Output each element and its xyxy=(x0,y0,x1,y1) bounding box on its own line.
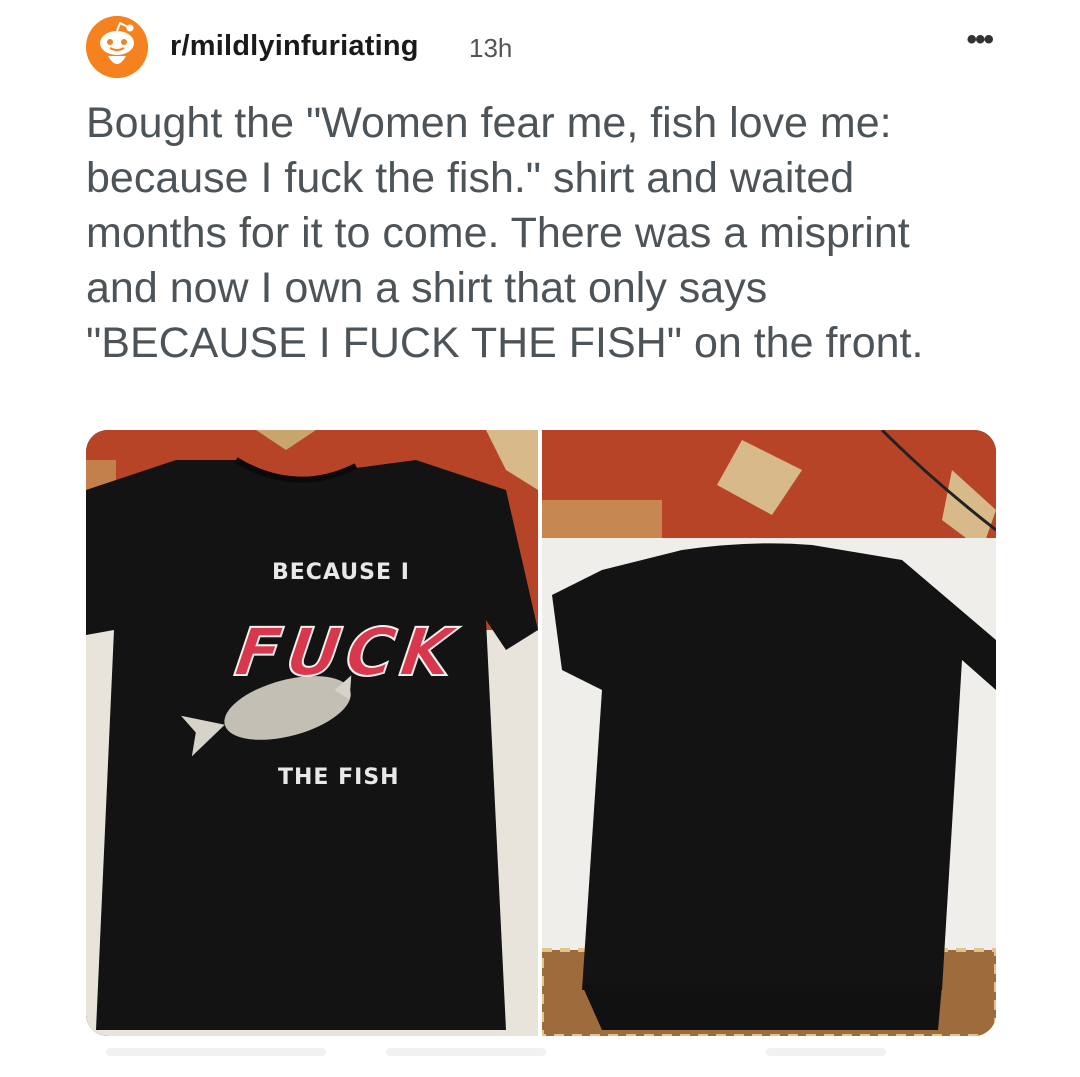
more-options-icon[interactable]: ••• xyxy=(966,25,993,55)
back-shirt-photo[interactable] xyxy=(540,430,996,1036)
subreddit-name[interactable]: r/mildlyinfuriating xyxy=(170,30,419,63)
shirt-print-line2: FUCK xyxy=(230,613,465,692)
reddit-snoo-icon xyxy=(86,16,148,78)
image-gallery[interactable]: BECAUSE I FUCK THE FISH xyxy=(86,430,996,1036)
post-header: r/mildlyinfuriating 13h ••• xyxy=(86,16,1006,80)
shirt-print-line3: THE FISH xyxy=(278,765,400,790)
action-bar-hint xyxy=(86,1048,996,1058)
front-shirt-photo[interactable]: BECAUSE I FUCK THE FISH xyxy=(86,430,538,1036)
shirt-print-line1: BECAUSE I xyxy=(272,560,410,585)
action-pill xyxy=(106,1048,326,1056)
subreddit-avatar[interactable] xyxy=(86,16,148,78)
action-pill xyxy=(386,1048,546,1056)
action-pill xyxy=(766,1048,886,1056)
post-title[interactable]: Bought the "Women fear me, fish love me:… xyxy=(86,96,986,371)
post-timestamp: 13h xyxy=(469,33,513,63)
